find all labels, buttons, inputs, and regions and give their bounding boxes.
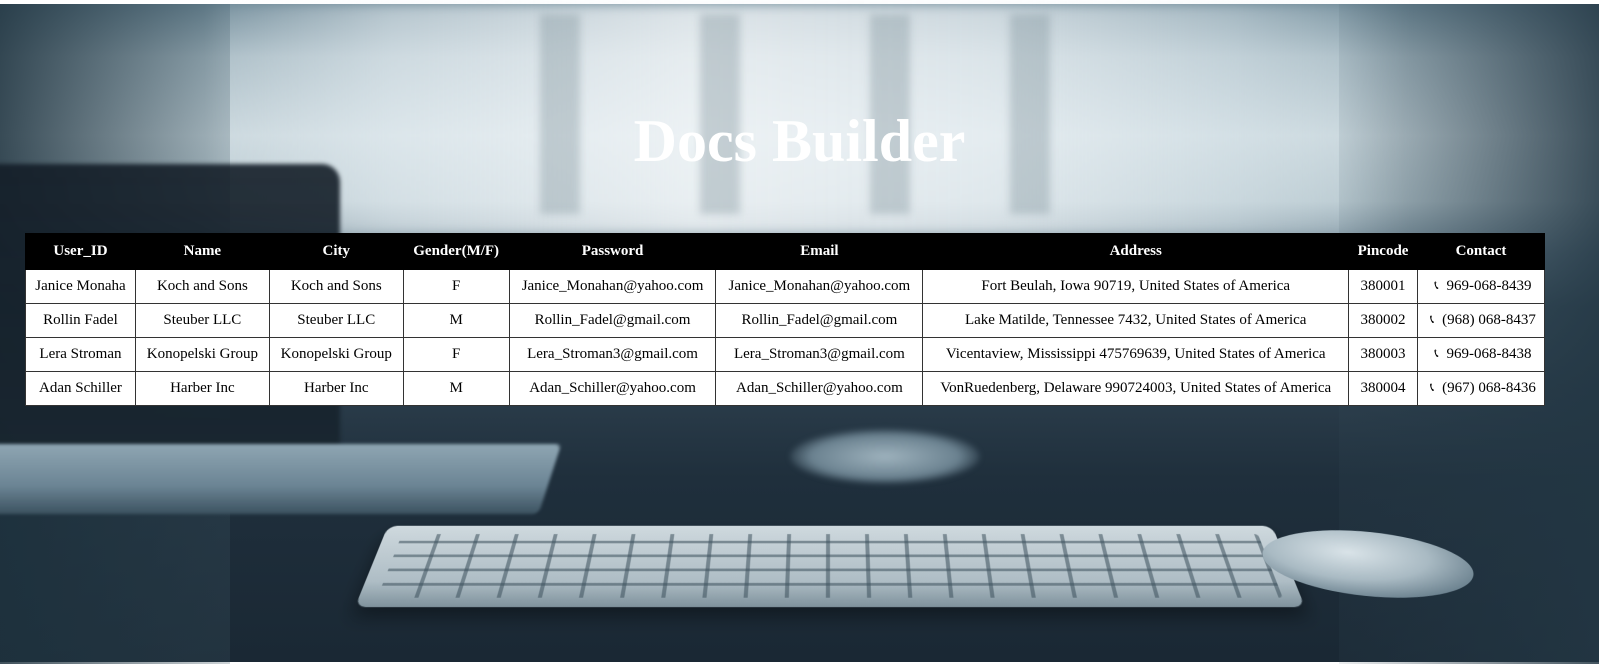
cell-pincode: 380002 xyxy=(1348,303,1419,338)
contact-number: (967) 068-8436 xyxy=(1442,380,1536,396)
contact-number: (968) 068-8437 xyxy=(1442,312,1536,328)
page: Docs Builder User_ID Name City Gender(M/… xyxy=(0,0,1599,672)
cell-gender: F xyxy=(402,269,510,304)
cell-gender: M xyxy=(402,303,510,338)
background-cup xyxy=(790,429,980,484)
page-title: Docs Builder xyxy=(633,108,966,174)
table-body: Janice Monaha Koch and Sons Koch and Son… xyxy=(25,269,1545,406)
cell-contact: 📞︎ (968) 068-8437 xyxy=(1417,303,1545,338)
contact-number: 969-068-8439 xyxy=(1446,278,1532,294)
cell-name: Harber Inc xyxy=(134,371,270,406)
table-header-row: User_ID Name City Gender(M/F) Password E… xyxy=(25,233,1545,270)
cell-contact: 📞︎ 969-068-8439 xyxy=(1417,269,1545,304)
table-row: Rollin Fadel Steuber LLC Steuber LLC M R… xyxy=(25,303,1545,338)
cell-user-id: Adan Schiller xyxy=(25,371,136,406)
background-keyboard-keys xyxy=(377,534,1283,598)
cell-user-id: Lera Stroman xyxy=(25,337,136,372)
cell-name: Konopelski Group xyxy=(134,337,270,372)
cell-password: Adan_Schiller@yahoo.com xyxy=(508,371,717,406)
cell-city: Harber Inc xyxy=(268,371,404,406)
cell-password: Janice_Monahan@yahoo.com xyxy=(508,269,717,304)
column-header-city: City xyxy=(268,233,404,270)
cell-password: Rollin_Fadel@gmail.com xyxy=(508,303,717,338)
cell-address: Vicentaview, Mississippi 475769639, Unit… xyxy=(922,337,1350,372)
cell-city: Steuber LLC xyxy=(268,303,404,338)
contact-number: 969-068-8438 xyxy=(1446,346,1532,362)
cell-address: VonRuedenberg, Delaware 990724003, Unite… xyxy=(922,371,1350,406)
column-header-name: Name xyxy=(134,233,270,270)
table-row: Adan Schiller Harber Inc Harber Inc M Ad… xyxy=(25,371,1545,406)
cell-contact: 📞︎ 969-068-8438 xyxy=(1417,337,1545,372)
cell-city: Koch and Sons xyxy=(268,269,404,304)
cell-email: Janice_Monahan@yahoo.com xyxy=(715,269,924,304)
column-header-pincode: Pincode xyxy=(1348,233,1419,270)
cell-contact: 📞︎ (967) 068-8436 xyxy=(1417,371,1545,406)
table-header: User_ID Name City Gender(M/F) Password E… xyxy=(25,233,1545,270)
cell-address: Lake Matilde, Tennessee 7432, United Sta… xyxy=(922,303,1350,338)
users-table: User_ID Name City Gender(M/F) Password E… xyxy=(25,233,1545,406)
cell-gender: M xyxy=(402,371,510,406)
cell-pincode: 380003 xyxy=(1348,337,1419,372)
cell-email: Lera_Stroman3@gmail.com xyxy=(715,337,924,372)
cell-user-id: Rollin Fadel xyxy=(25,303,136,338)
column-header-contact: Contact xyxy=(1417,233,1545,270)
column-header-password: Password xyxy=(508,233,717,270)
column-header-gender: Gender(M/F) xyxy=(402,233,510,270)
cell-name: Koch and Sons xyxy=(134,269,270,304)
phone-icon: 📞︎ xyxy=(1434,346,1439,360)
cell-gender: F xyxy=(402,337,510,372)
table-row: Janice Monaha Koch and Sons Koch and Son… xyxy=(25,269,1545,304)
cell-pincode: 380004 xyxy=(1348,371,1419,406)
phone-icon: 📞︎ xyxy=(1430,312,1435,326)
cell-name: Steuber LLC xyxy=(134,303,270,338)
cell-password: Lera_Stroman3@gmail.com xyxy=(508,337,717,372)
phone-icon: 📞︎ xyxy=(1434,278,1439,292)
cell-address: Fort Beulah, Iowa 90719, United States o… xyxy=(922,269,1350,304)
column-header-email: Email xyxy=(715,233,924,270)
phone-icon: 📞︎ xyxy=(1430,380,1435,394)
cell-city: Konopelski Group xyxy=(268,337,404,372)
cell-email: Rollin_Fadel@gmail.com xyxy=(715,303,924,338)
table-row: Lera Stroman Konopelski Group Konopelski… xyxy=(25,337,1545,372)
column-header-user-id: User_ID xyxy=(25,233,136,270)
background-laptop-base xyxy=(0,444,562,514)
cell-pincode: 380001 xyxy=(1348,269,1419,304)
cell-email: Adan_Schiller@yahoo.com xyxy=(715,371,924,406)
cell-user-id: Janice Monaha xyxy=(25,269,136,304)
background-keyboard xyxy=(354,525,1306,608)
column-header-address: Address xyxy=(922,233,1350,270)
